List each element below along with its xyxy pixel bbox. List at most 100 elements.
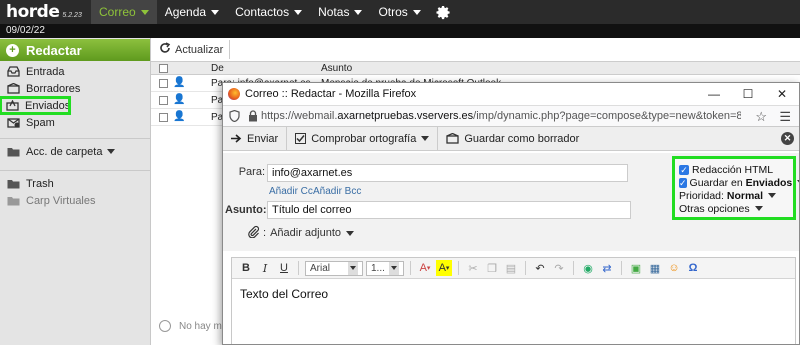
menu-correo[interactable]: Correo: [91, 0, 157, 24]
folder-icon: [6, 178, 20, 190]
send-label: Enviar: [247, 132, 279, 145]
option-other[interactable]: Otras opciones: [679, 202, 789, 215]
add-bcc-link[interactable]: Añadir Bcc: [313, 186, 361, 197]
chevron-down-icon: [294, 9, 303, 15]
highlight-color-icon[interactable]: A ▾: [436, 260, 452, 276]
folder-label: Carp Virtuales: [26, 194, 96, 207]
undo-icon[interactable]: ↶: [532, 260, 548, 276]
divider: [573, 261, 574, 275]
special-char-icon[interactable]: Ω: [685, 260, 701, 276]
sidebar-item-virtual-folders[interactable]: Carp Virtuales: [0, 192, 150, 209]
url-text[interactable]: https://webmail.axarnetpruebas.vservers.…: [261, 110, 741, 122]
folder-icon: [6, 146, 20, 158]
replace-icon[interactable]: ⇄: [599, 260, 615, 276]
list-header: De Asunto: [151, 61, 800, 75]
spellcheck-label: Comprobar ortografía: [311, 132, 417, 145]
spellcheck-button[interactable]: Comprobar ortografía: [287, 126, 439, 151]
sidebar-item-enviados[interactable]: Enviados: [0, 96, 71, 115]
checkbox-check-icon: [295, 133, 307, 144]
column-subject[interactable]: Asunto: [321, 63, 352, 74]
checkbox-checked[interactable]: ✓: [679, 177, 687, 188]
plus-icon: +: [6, 43, 19, 57]
add-cc-link[interactable]: Añadir Cc: [269, 186, 313, 197]
sidebar-item-borradores[interactable]: Borradores: [0, 80, 150, 97]
checkbox-checked[interactable]: ✓: [679, 164, 689, 175]
chevron-down-icon: [412, 9, 421, 15]
lock-icon[interactable]: [245, 110, 261, 122]
emoticon-icon[interactable]: ☺: [666, 260, 682, 276]
bold-icon[interactable]: B: [238, 260, 254, 276]
date-bar: 09/02/22: [0, 24, 800, 38]
option-priority[interactable]: Prioridad: Normal: [679, 189, 789, 202]
attach-button[interactable]: : Añadir adjunto: [247, 225, 355, 241]
save-draft-button[interactable]: Guardar como borrador: [438, 127, 587, 151]
sent-icon: [6, 100, 19, 112]
table-icon[interactable]: ▦: [647, 260, 663, 276]
column-from[interactable]: De: [211, 63, 224, 74]
paste-icon[interactable]: ▤: [503, 260, 519, 276]
info-icon: [159, 320, 171, 332]
row-checkbox[interactable]: [159, 79, 168, 88]
italic-icon[interactable]: I: [257, 260, 273, 276]
to-field[interactable]: info@axarnet.es: [267, 164, 628, 182]
find-icon[interactable]: ◉: [580, 260, 596, 276]
sidebar-item-trash[interactable]: Trash: [0, 175, 150, 192]
sidebar-item-entrada[interactable]: Entrada: [0, 63, 150, 80]
url-domain: axarnetpruebas.vservers.es: [337, 110, 474, 122]
option-save-folder[interactable]: Enviados: [746, 177, 793, 189]
divider: [621, 261, 622, 275]
address-bar[interactable]: https://webmail.axarnetpruebas.vservers.…: [223, 105, 799, 127]
divider: [0, 170, 150, 171]
version-label: 5.2.23: [62, 11, 82, 19]
divider: [410, 261, 411, 275]
font-select[interactable]: Arial: [305, 260, 363, 276]
compose-popup-window: Correo :: Redactar - Mozilla Firefox — ☐…: [222, 82, 800, 345]
chevron-down-icon: [140, 9, 149, 15]
subject-label: Asunto:: [225, 204, 267, 216]
send-button[interactable]: Enviar: [223, 126, 288, 151]
menu-notas[interactable]: Notas: [310, 0, 370, 24]
menu-contactos[interactable]: Contactos: [227, 0, 310, 24]
compose-label: Redactar: [26, 42, 82, 58]
menu-icon[interactable]: ☰: [779, 109, 791, 125]
maximize-icon[interactable]: ☐: [731, 83, 765, 105]
gear-icon[interactable]: [433, 0, 455, 24]
subject-field[interactable]: Título del correo: [267, 201, 631, 219]
option-html[interactable]: ✓ Redacción HTML: [679, 163, 789, 176]
close-compose-icon[interactable]: ✕: [781, 132, 794, 145]
folder-label: Spam: [26, 116, 55, 129]
image-icon[interactable]: ▣: [628, 260, 644, 276]
menu-agenda[interactable]: Agenda: [157, 0, 227, 24]
refresh-button[interactable]: Actualizar: [159, 40, 231, 59]
text-color-icon[interactable]: A ▾: [417, 260, 433, 276]
divider: [525, 261, 526, 275]
shield-icon[interactable]: [223, 110, 245, 122]
menu-otros[interactable]: Otros: [370, 0, 428, 24]
compose-button[interactable]: + Redactar: [0, 39, 150, 61]
priority-value[interactable]: Normal: [727, 190, 763, 202]
compose-headers: Para: info@axarnet.es Añadir Cc Añadir B…: [223, 153, 799, 251]
row-checkbox[interactable]: [159, 96, 168, 105]
no-messages-text: No hay me: [179, 320, 228, 332]
close-icon[interactable]: ✕: [765, 83, 799, 105]
editor-body[interactable]: Texto del Correo: [232, 279, 795, 309]
copy-icon[interactable]: ❐: [484, 260, 500, 276]
size-select[interactable]: 1...: [366, 260, 404, 276]
minimize-icon[interactable]: —: [697, 83, 731, 105]
underline-icon[interactable]: U: [276, 260, 292, 276]
person-icon: 👤: [173, 77, 186, 88]
colon: :: [263, 227, 267, 239]
attach-label: Añadir adjunto: [270, 227, 342, 239]
redo-icon[interactable]: ↷: [551, 260, 567, 276]
folder-actions-menu[interactable]: Acc. de carpeta: [0, 143, 150, 160]
horde-logo[interactable]: horde 5.2.23: [0, 0, 91, 24]
option-save-label: Guardar en: [689, 176, 743, 189]
divider: [0, 138, 150, 139]
select-all-checkbox[interactable]: [159, 64, 168, 73]
option-save-in[interactable]: ✓ Guardar en Enviados: [679, 176, 799, 189]
row-checkbox[interactable]: [159, 113, 168, 122]
bookmark-star-icon[interactable]: ☆: [755, 109, 767, 125]
sidebar-item-spam[interactable]: Spam: [0, 114, 150, 131]
cut-icon[interactable]: ✂: [465, 260, 481, 276]
url-suffix: /imp/dynamic.php?page=compose&type=new&t…: [473, 110, 741, 122]
